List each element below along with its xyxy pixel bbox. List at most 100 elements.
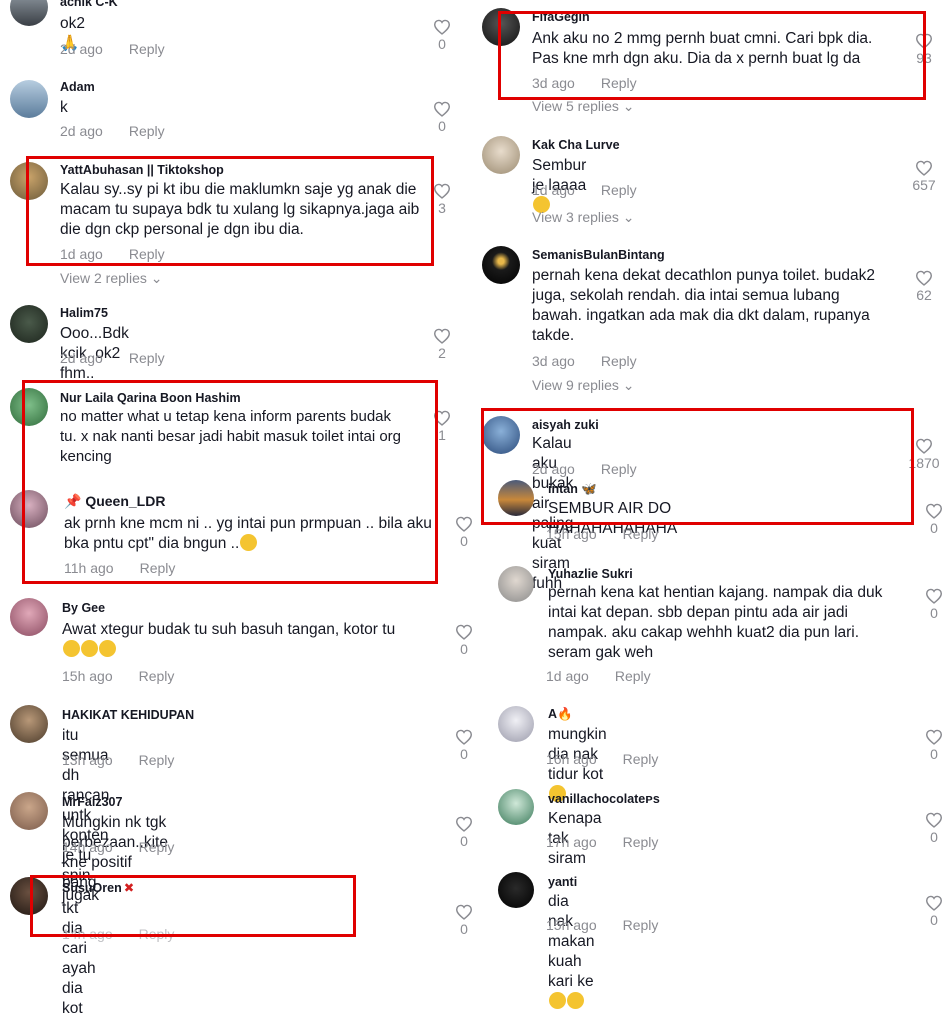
like-button[interactable]: 0: [422, 101, 462, 134]
comment-username[interactable]: achik C-K: [60, 0, 118, 9]
like-count: 0: [460, 921, 468, 937]
like-count: 0: [930, 605, 938, 621]
like-button[interactable]: 0: [444, 624, 484, 657]
like-button[interactable]: 0: [444, 816, 484, 849]
comment-text: Kalau sy..sy pi kt ibu die maklumkn saje…: [60, 181, 424, 238]
avatar[interactable]: [10, 490, 48, 528]
avatar[interactable]: [10, 792, 48, 830]
comment-meta: 15h ago Reply: [546, 526, 658, 542]
avatar[interactable]: [498, 566, 534, 602]
avatar[interactable]: [10, 162, 48, 200]
comment-username[interactable]: Kak Cha Lurve: [532, 138, 620, 152]
comment-time: 15h ago: [546, 917, 597, 933]
like-button[interactable]: 657: [904, 160, 944, 193]
like-button[interactable]: 0: [914, 503, 950, 536]
avatar[interactable]: [10, 598, 48, 636]
reply-button[interactable]: Reply: [129, 350, 165, 366]
like-button[interactable]: 0: [444, 516, 484, 549]
reply-button[interactable]: Reply: [139, 839, 175, 855]
like-count: 0: [930, 829, 938, 845]
view-replies-button[interactable]: View 3 replies ⌄: [532, 209, 635, 226]
comment-username[interactable]: By Gee: [62, 601, 105, 615]
avatar[interactable]: [498, 872, 534, 908]
comment-username[interactable]: Adam: [60, 80, 95, 94]
pin-icon: 📌: [64, 493, 82, 509]
avatar[interactable]: [482, 246, 520, 284]
like-button[interactable]: 2: [422, 328, 462, 361]
like-count: 2: [438, 345, 446, 361]
like-button[interactable]: 1870: [904, 438, 944, 471]
comment-username[interactable]: Halim75: [60, 306, 108, 320]
view-replies-button[interactable]: View 9 replies ⌄: [532, 377, 635, 394]
sad-emoji-icon: [81, 640, 98, 657]
avatar[interactable]: [10, 305, 48, 343]
like-count: 0: [930, 912, 938, 928]
reply-button[interactable]: Reply: [623, 834, 659, 850]
avatar[interactable]: [482, 136, 520, 174]
heart-icon: [433, 410, 451, 426]
comment-time: 1d ago: [60, 246, 103, 262]
reply-button[interactable]: Reply: [139, 752, 175, 768]
like-button[interactable]: 93: [904, 33, 944, 66]
like-count: 1870: [908, 455, 940, 471]
like-button[interactable]: 1: [422, 410, 462, 443]
avatar[interactable]: [482, 8, 520, 46]
reply-button[interactable]: Reply: [615, 668, 651, 684]
avatar[interactable]: [10, 80, 48, 118]
avatar[interactable]: [10, 705, 48, 743]
reply-button[interactable]: Reply: [139, 668, 175, 684]
view-replies-button[interactable]: View 5 replies ⌄: [532, 98, 635, 115]
like-button[interactable]: 0: [914, 729, 950, 762]
avatar[interactable]: [498, 789, 534, 825]
comment-meta: 2d ago Reply: [532, 461, 637, 477]
reply-button[interactable]: Reply: [601, 182, 637, 198]
reply-button[interactable]: Reply: [129, 123, 165, 139]
like-button[interactable]: 3: [422, 183, 462, 216]
like-button[interactable]: 0: [914, 895, 950, 928]
like-button[interactable]: 0: [444, 904, 484, 937]
reply-button[interactable]: Reply: [601, 75, 637, 91]
comment-username[interactable]: SemanisBulanBintang: [532, 248, 665, 262]
reply-button[interactable]: Reply: [129, 41, 165, 57]
like-button[interactable]: 0: [914, 588, 950, 621]
reply-button[interactable]: Reply: [623, 751, 659, 767]
comment-username[interactable]: aisyah zuki: [532, 418, 599, 432]
comment-username[interactable]: A🔥: [548, 707, 573, 722]
reply-button[interactable]: Reply: [140, 560, 176, 576]
avatar[interactable]: [482, 416, 520, 454]
reply-button[interactable]: Reply: [129, 246, 165, 262]
laughing-emoji-icon: [549, 992, 566, 1009]
reply-button[interactable]: Reply: [601, 353, 637, 369]
avatar[interactable]: [10, 0, 48, 26]
comment-text: Awat xtegur budak tu suh basuh tangan, k…: [62, 620, 432, 660]
comment-time: 17h ago: [546, 834, 597, 850]
comment-username[interactable]: vanillachocolateᴘs: [548, 792, 660, 806]
avatar[interactable]: [10, 388, 48, 426]
comment-username[interactable]: YattAbuhasan || Tiktokshop: [60, 163, 224, 177]
avatar[interactable]: [10, 877, 48, 915]
comment-username[interactable]: 📌 Queen_LDR: [64, 493, 165, 510]
comment-username[interactable]: Nur Laila Qarina Boon Hashim: [60, 391, 241, 405]
like-button[interactable]: 0: [422, 19, 462, 52]
reply-button[interactable]: Reply: [139, 926, 175, 942]
comment-username[interactable]: intan 🦋: [548, 482, 597, 497]
comment-meta: 15h ago Reply: [546, 917, 658, 933]
reply-button[interactable]: Reply: [623, 917, 659, 933]
comment-username[interactable]: yanti: [548, 875, 577, 889]
comment-username[interactable]: SusuOren ✖: [62, 880, 134, 895]
avatar[interactable]: [498, 706, 534, 742]
reply-button[interactable]: Reply: [623, 526, 659, 542]
reply-button[interactable]: Reply: [601, 461, 637, 477]
comment-username[interactable]: HAKIKAT KEHIDUPAN: [62, 708, 194, 722]
comment-username[interactable]: Yuhazlie Sukri: [548, 567, 633, 581]
view-replies-button[interactable]: View 2 replies ⌄: [60, 270, 163, 287]
like-count: 3: [438, 200, 446, 216]
comment-username[interactable]: MrFaiz307: [62, 795, 122, 809]
avatar[interactable]: [498, 480, 534, 516]
like-button[interactable]: 62: [904, 270, 944, 303]
comment-username[interactable]: FifaGegin: [532, 10, 590, 24]
like-button[interactable]: 0: [914, 812, 950, 845]
like-button[interactable]: 0: [444, 729, 484, 762]
comment-text: dia nak makan kuah kari ke: [548, 892, 595, 1012]
comment-text: pernah kena kat hentian kajang. nampak d…: [548, 584, 887, 661]
